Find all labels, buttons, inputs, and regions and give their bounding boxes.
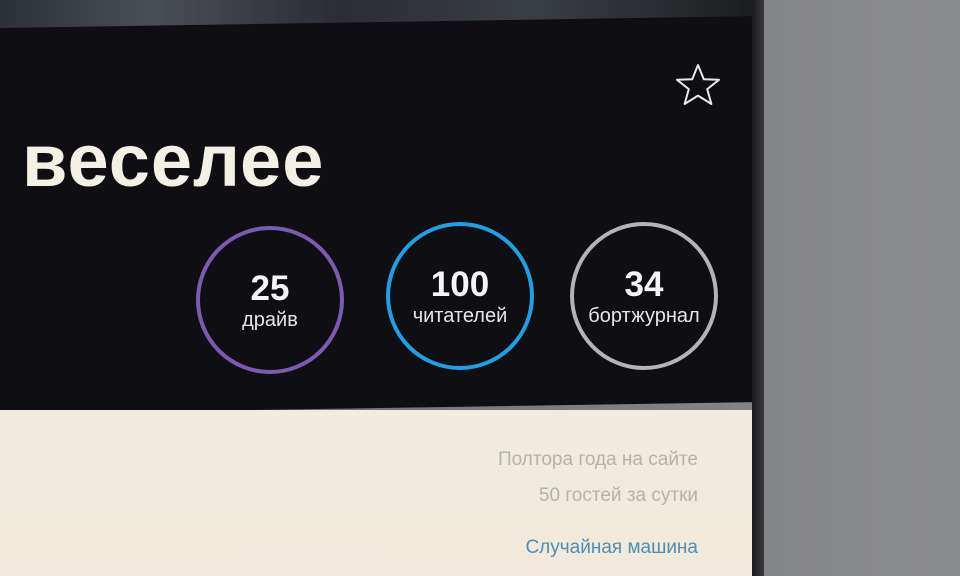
logbook-stat[interactable]: 34 бортжурнал — [570, 222, 718, 370]
logbook-count: 34 — [624, 265, 664, 304]
readers-count: 100 — [430, 265, 490, 304]
readers-label: читателей — [412, 305, 508, 327]
monitor-edge — [752, 0, 764, 576]
site-tenure: Полтора года на сайте — [497, 449, 698, 470]
screen-photo: веселее 25 драйв 100 читателей 34 бортжу… — [0, 0, 960, 576]
daily-guests: 50 гостей за сутки — [538, 485, 698, 506]
drive-stat[interactable]: 25 драйв — [196, 226, 344, 374]
readers-stat[interactable]: 100 читателей — [386, 222, 534, 370]
profile-title: веселее — [22, 119, 325, 202]
drive-count: 25 — [250, 269, 290, 308]
random-car-link[interactable]: Случайная машина — [525, 536, 698, 560]
star-icon[interactable] — [672, 62, 724, 108]
logbook-label: бортжурнал — [588, 305, 700, 327]
drive-label: драйв — [242, 309, 298, 331]
